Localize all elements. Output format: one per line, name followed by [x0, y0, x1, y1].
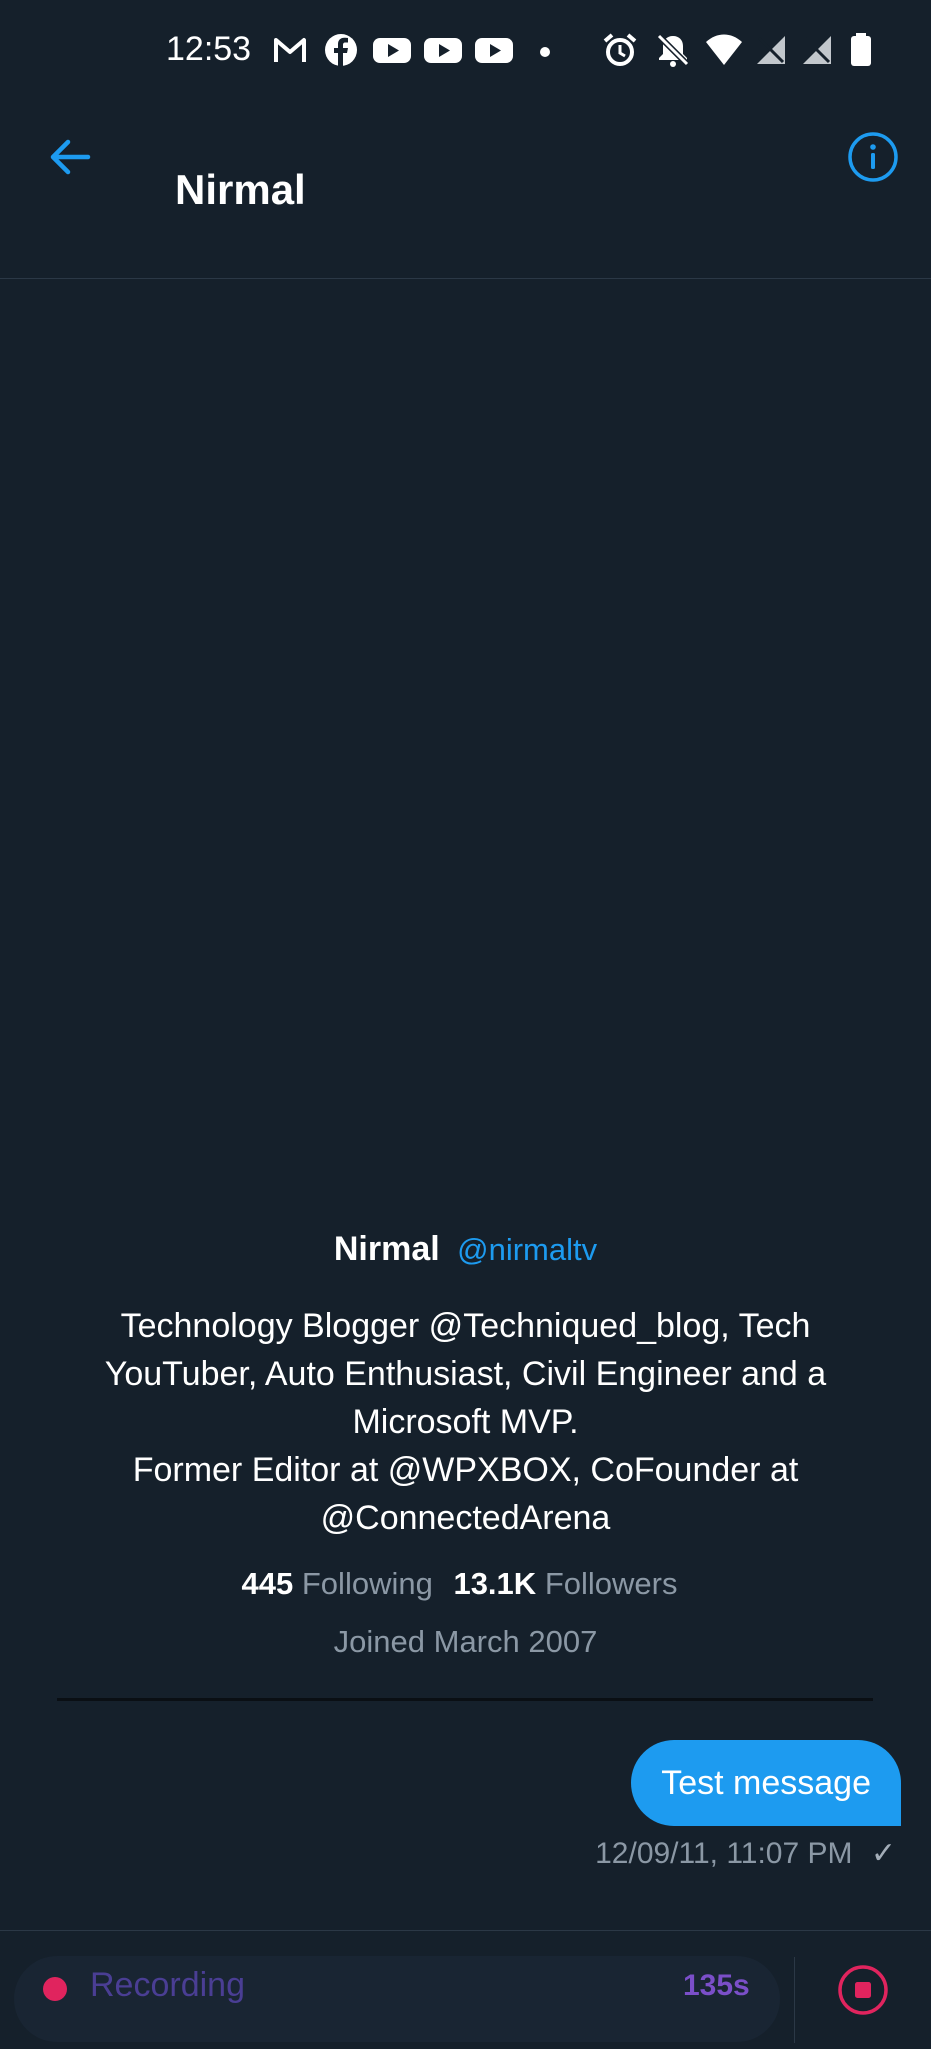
- bio-line: Former Editor at @WPXBOX, CoFounder at @…: [132, 1451, 799, 1537]
- gmail-icon: [274, 38, 306, 62]
- profile-name-row: Nirmal @nirmaltv: [0, 1225, 931, 1274]
- joined-date: Joined March 2007: [333, 1624, 598, 1659]
- recording-dot-icon: [43, 1977, 67, 2001]
- status-time: 12:53: [166, 30, 252, 68]
- youtube-icon: [373, 38, 411, 63]
- youtube-icon: [475, 38, 513, 63]
- bio-line: Technology Blogger @Techniqued_blog, Tec…: [104, 1307, 827, 1441]
- no-signal-icon: [757, 36, 785, 64]
- followers-label: Followers: [544, 1566, 678, 1601]
- message-meta: 12/09/11, 11:07 PM ✓: [595, 1836, 896, 1871]
- back-button[interactable]: [44, 132, 94, 182]
- facebook-icon: [325, 34, 357, 66]
- followers-count: 13.1K: [453, 1566, 537, 1601]
- profile-stats: 445 Following 13.1K Followers: [0, 1562, 931, 1606]
- following-label: Following: [301, 1566, 433, 1601]
- composer-divider: [794, 1957, 795, 2043]
- notification-dot-icon: [540, 47, 550, 57]
- recording-label: Recording: [90, 1966, 245, 2004]
- status-bar: 12:53: [0, 0, 931, 90]
- battery-icon: [851, 33, 871, 66]
- info-button[interactable]: [846, 130, 900, 184]
- alarm-icon: [603, 33, 637, 66]
- following-count: 445: [241, 1566, 294, 1601]
- check-icon: ✓: [870, 1837, 896, 1870]
- youtube-icon: [424, 38, 462, 63]
- conversation-header: [0, 90, 931, 279]
- recording-seconds: 135s: [683, 1969, 750, 2002]
- profile-name: Nirmal: [333, 1230, 440, 1268]
- page-title: Nirmal: [175, 166, 306, 213]
- profile-bio: Technology Blogger @Techniqued_blog, Tec…: [56, 1302, 876, 1542]
- message-bubble[interactable]: Test message: [631, 1740, 901, 1826]
- wifi-icon: [706, 34, 742, 65]
- profile-handle-link[interactable]: @nirmaltv: [457, 1232, 597, 1267]
- stop-recording-button[interactable]: [836, 1963, 890, 2017]
- message-timestamp: 12/09/11, 11:07 PM: [595, 1837, 853, 1870]
- divider: [57, 1698, 873, 1701]
- profile-summary: Nirmal @nirmaltv Technology Blogger @Tec…: [0, 1225, 931, 1660]
- notifications-off-icon: [656, 33, 690, 67]
- no-signal-icon: [803, 36, 831, 64]
